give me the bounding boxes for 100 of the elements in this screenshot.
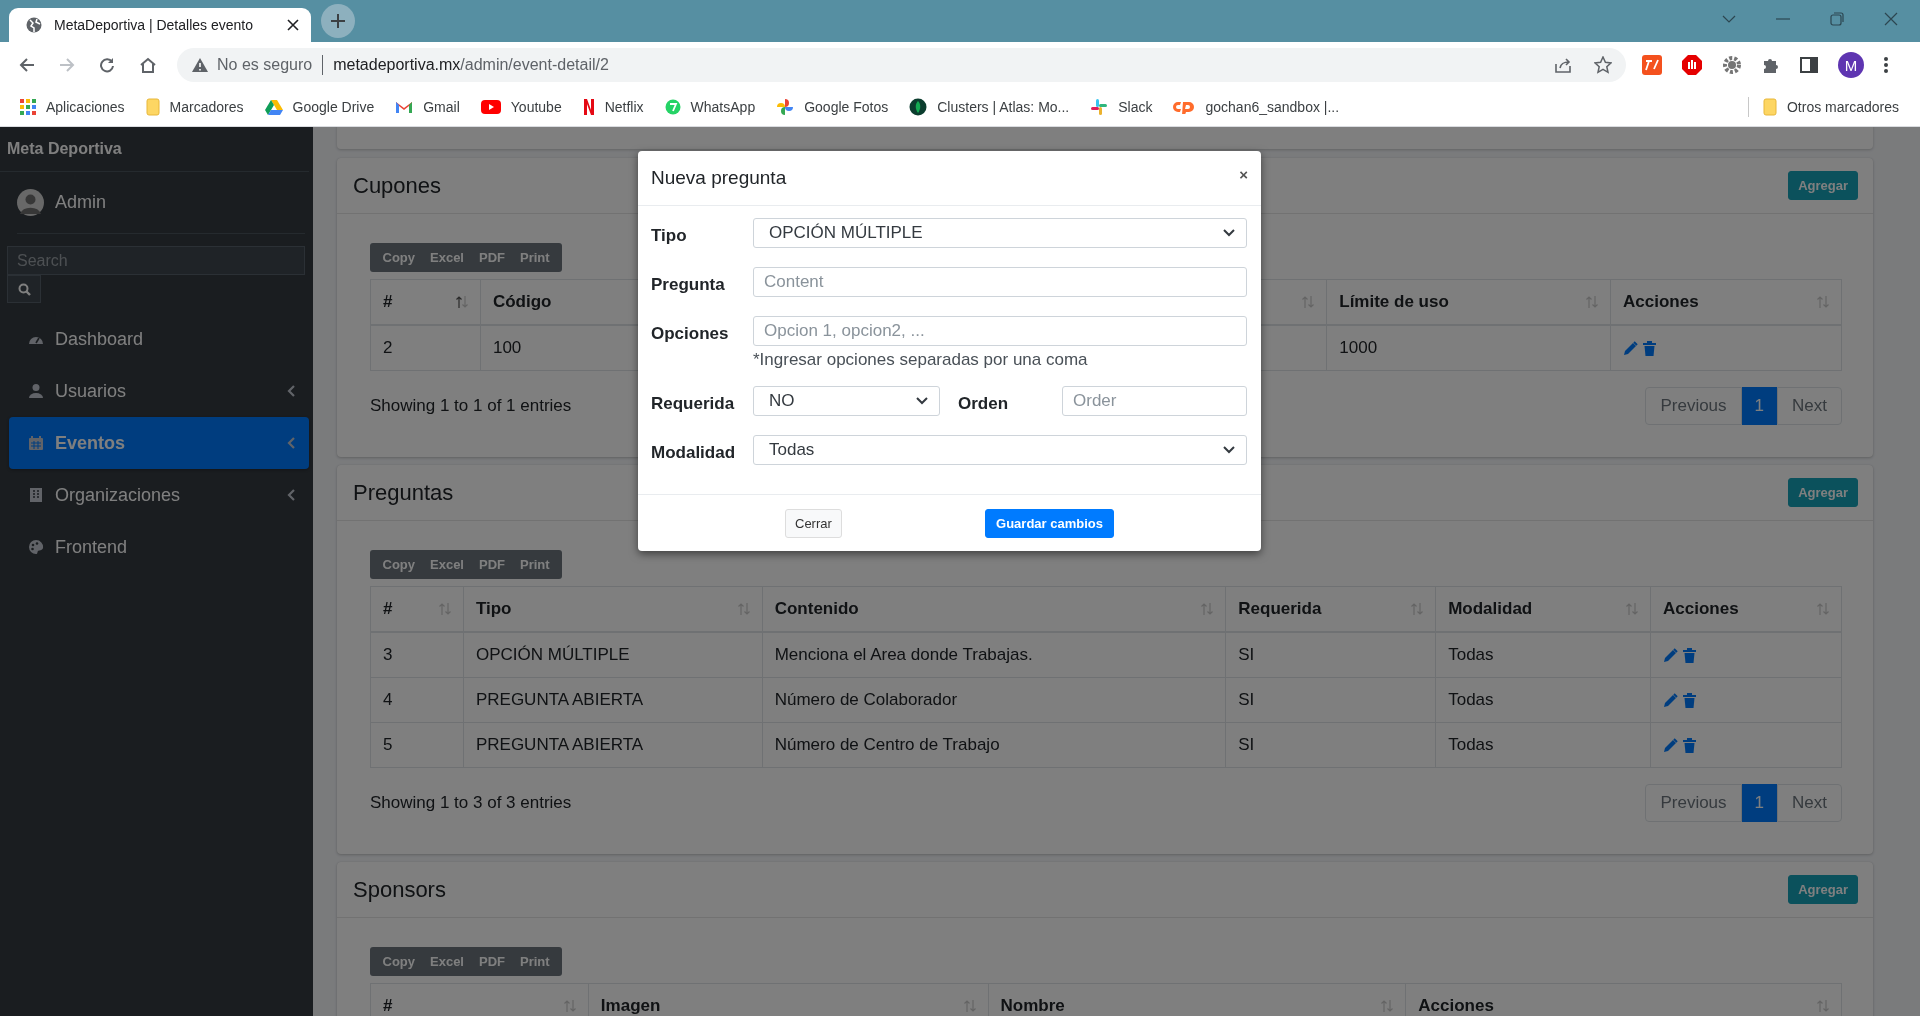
sidebar-item[interactable]: Frontend bbox=[9, 521, 309, 573]
export-button[interactable]: PDF bbox=[471, 557, 513, 572]
column-header[interactable]: Contenido bbox=[762, 586, 1226, 632]
column-header[interactable]: Límite de uso bbox=[1326, 279, 1611, 325]
input-field[interactable]: Content bbox=[753, 267, 1247, 297]
previous-button[interactable]: Previous bbox=[1645, 784, 1742, 822]
next-button[interactable]: Next bbox=[1777, 784, 1842, 822]
export-button[interactable]: PDF bbox=[471, 954, 513, 969]
gear-icon[interactable] bbox=[1722, 55, 1742, 75]
sidebar-item[interactable]: Dashboard bbox=[9, 313, 309, 365]
sidebar-item[interactable]: Organizaciones bbox=[9, 469, 309, 521]
column-header[interactable]: Acciones bbox=[1405, 983, 1842, 1016]
input-field[interactable]: Opcion 1, opcion2, ... bbox=[753, 316, 1247, 346]
side-panel-icon[interactable] bbox=[1800, 57, 1818, 73]
more-icon[interactable] bbox=[1884, 57, 1888, 73]
url-host: metadeportiva.mx bbox=[333, 56, 461, 74]
chevron-down-icon[interactable] bbox=[1722, 15, 1736, 23]
export-button[interactable]: PDF bbox=[471, 250, 513, 265]
bookmark[interactable]: Youtube bbox=[480, 99, 562, 115]
export-button[interactable]: Excel bbox=[422, 954, 472, 969]
sort-icon[interactable] bbox=[1816, 602, 1829, 616]
star-icon[interactable] bbox=[1594, 56, 1612, 74]
export-button[interactable]: Excel bbox=[422, 250, 472, 265]
pencil-icon[interactable] bbox=[1623, 340, 1639, 356]
address-bar[interactable]: No es seguro metadeportiva.mx/admin/event-detail/2 bbox=[177, 48, 1626, 82]
sidebar-item[interactable]: Usuarios bbox=[9, 365, 309, 417]
export-button[interactable]: Print bbox=[512, 954, 558, 969]
page-button[interactable]: 1 bbox=[1741, 387, 1778, 425]
pencil-icon[interactable] bbox=[1663, 737, 1679, 753]
next-button[interactable]: Next bbox=[1777, 387, 1842, 425]
column-header[interactable]: # bbox=[370, 586, 464, 632]
sort-icon[interactable] bbox=[1625, 602, 1639, 616]
restore-icon[interactable] bbox=[1830, 12, 1844, 26]
export-button[interactable]: Print bbox=[512, 557, 558, 572]
bookmark[interactable]: Aplicaciones bbox=[20, 99, 125, 115]
column-header[interactable]: Acciones bbox=[1610, 279, 1842, 325]
pencil-icon[interactable] bbox=[1663, 692, 1679, 708]
sort-icon[interactable] bbox=[1585, 295, 1599, 309]
column-header[interactable]: Requerida bbox=[1225, 586, 1436, 632]
share-icon[interactable] bbox=[1554, 57, 1572, 73]
sort-icon[interactable] bbox=[1816, 295, 1829, 309]
back-icon[interactable] bbox=[19, 57, 35, 73]
bookmark[interactable]: gochan6_sandbox |... bbox=[1173, 99, 1340, 115]
bookmark[interactable]: Netflix bbox=[582, 98, 644, 116]
column-header[interactable]: # bbox=[370, 279, 481, 325]
trash-icon[interactable] bbox=[1683, 737, 1697, 753]
sort-icon[interactable] bbox=[1380, 999, 1394, 1013]
select-field[interactable]: Todas bbox=[753, 435, 1247, 465]
sort-icon[interactable] bbox=[1200, 602, 1214, 616]
sort-icon[interactable] bbox=[437, 602, 451, 616]
browser-tab[interactable]: MetaDeportiva | Detalles evento bbox=[9, 8, 311, 42]
input-field[interactable]: Order bbox=[1062, 386, 1247, 416]
column-header[interactable]: Modalidad bbox=[1435, 586, 1651, 632]
home-icon[interactable] bbox=[139, 57, 157, 73]
close-icon[interactable] bbox=[287, 19, 299, 31]
profile-avatar[interactable]: M bbox=[1838, 52, 1864, 78]
column-header[interactable]: Imagen bbox=[588, 983, 989, 1016]
search-button[interactable] bbox=[7, 275, 41, 303]
export-button[interactable]: Print bbox=[512, 250, 558, 265]
bookmark[interactable]: Gmail bbox=[395, 99, 460, 115]
bookmark[interactable]: Otros marcadores bbox=[1762, 98, 1899, 116]
trash-icon[interactable] bbox=[1683, 647, 1697, 663]
sort-icon[interactable] bbox=[1301, 295, 1315, 309]
previous-button[interactable]: Previous bbox=[1645, 387, 1742, 425]
reload-icon[interactable] bbox=[99, 57, 115, 73]
close-button[interactable]: Cerrar bbox=[785, 508, 842, 538]
column-header[interactable]: Nombre bbox=[988, 983, 1406, 1016]
sort-icon[interactable] bbox=[1410, 602, 1424, 616]
column-header[interactable]: # bbox=[370, 983, 589, 1016]
export-button[interactable]: Copy bbox=[375, 250, 423, 265]
puzzle-icon[interactable] bbox=[1762, 56, 1780, 74]
forward-icon[interactable] bbox=[59, 57, 75, 73]
trash-icon[interactable] bbox=[1683, 692, 1697, 708]
column-header[interactable]: Tipo bbox=[463, 586, 763, 632]
bookmark[interactable]: WhatsApp bbox=[664, 99, 756, 115]
export-button[interactable]: Excel bbox=[422, 557, 472, 572]
bookmark[interactable]: Slack bbox=[1090, 98, 1153, 116]
translate-icon[interactable] bbox=[1642, 55, 1662, 75]
new-tab-button[interactable] bbox=[321, 4, 355, 38]
export-button[interactable]: Copy bbox=[375, 557, 423, 572]
page-button[interactable]: 1 bbox=[1741, 784, 1778, 822]
stop-hand-icon[interactable] bbox=[1682, 55, 1702, 75]
select-field[interactable]: OPCIÓN MÚLTIPLE bbox=[753, 218, 1247, 248]
sort-icon[interactable] bbox=[736, 602, 750, 616]
export-button[interactable]: Copy bbox=[375, 954, 423, 969]
bookmark[interactable]: Google Fotos bbox=[776, 98, 889, 116]
bookmark[interactable]: Clusters | Atlas: Mo... bbox=[909, 98, 1070, 116]
sidebar-item[interactable]: Eventos bbox=[9, 417, 309, 469]
sort-icon[interactable] bbox=[454, 295, 468, 309]
pencil-icon[interactable] bbox=[1663, 647, 1679, 663]
bookmark[interactable]: Google Drive bbox=[264, 99, 375, 115]
select-field[interactable]: NO bbox=[753, 386, 940, 416]
close-button[interactable]: × bbox=[1239, 165, 1248, 183]
sort-icon[interactable] bbox=[562, 999, 576, 1013]
column-header[interactable]: Acciones bbox=[1650, 586, 1842, 632]
save-button[interactable]: Guardar cambios bbox=[985, 508, 1114, 538]
trash-icon[interactable] bbox=[1643, 340, 1657, 356]
sort-icon[interactable] bbox=[962, 999, 976, 1013]
bookmark[interactable]: Marcadores bbox=[145, 98, 244, 116]
sort-icon[interactable] bbox=[1816, 999, 1829, 1013]
